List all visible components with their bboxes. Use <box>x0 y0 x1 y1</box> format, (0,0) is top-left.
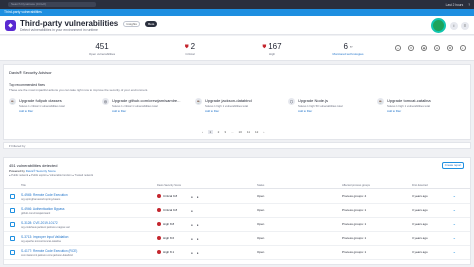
menu-icon[interactable]: ≡ <box>461 22 469 30</box>
advisor-title: Davis® Security Advisor <box>9 70 52 75</box>
risk-indicators: ●● <box>191 251 203 255</box>
insights-pill[interactable]: Insights <box>123 20 140 27</box>
top-bar-right: Last 2 hours ? <box>446 3 470 7</box>
security-advisor-panel: Davis® Security Advisor Top recommended … <box>3 64 471 140</box>
col-process-groups[interactable]: Affected process groups <box>342 184 370 187</box>
page-title: Third-party vulnerabilities Insights Bet… <box>20 19 158 28</box>
table-row[interactable]: S-4177: Remote Code Execution (RCE) com.… <box>4 246 470 260</box>
advisor-pager: ‹ 1 2 3 ... 10 11 12 › <box>202 130 264 134</box>
dark-mode-icon[interactable]: ● <box>434 45 440 51</box>
col-title[interactable]: Title <box>21 184 26 187</box>
page-10[interactable]: 10 <box>239 130 242 134</box>
avatar <box>431 18 446 33</box>
chevron-down-icon[interactable]: ⌄ <box>453 221 456 226</box>
go-icon: ◎ <box>102 98 109 105</box>
page-1[interactable]: 1 <box>208 130 213 134</box>
table-row[interactable]: S-4946: Authentication Bypass github.com… <box>4 204 470 218</box>
table-header: Title Davis Security Score Status Affect… <box>4 184 470 189</box>
java-icon: ☕ <box>9 98 16 105</box>
create-report-button[interactable]: Create report <box>442 162 464 169</box>
nodejs-icon: ⬡ <box>288 98 295 105</box>
severity-badge: High 8.6 <box>157 236 174 240</box>
vulnerability-link[interactable]: S-4945: Remote Code Execution <box>21 193 68 197</box>
row-checkbox[interactable] <box>10 250 15 255</box>
page-header: ◆ Third-party vulnerabilities Insights B… <box>0 16 474 35</box>
java-icon: ☕ <box>195 98 202 105</box>
table-row[interactable]: S-3128: CVE-2019-10172 org.codehaus.jack… <box>4 218 470 232</box>
risk-indicators: ● <box>191 209 197 213</box>
col-score[interactable]: Davis Security Score <box>157 184 181 187</box>
stats-bar: 451 Open vulnerabilities ⛊ 2 Critical ⛊ 16… <box>0 36 474 61</box>
page-12[interactable]: 12 <box>255 130 258 134</box>
severity-badge: Critical 9.8 <box>157 208 177 212</box>
add-to-filter-link[interactable]: Add to filter <box>205 109 219 113</box>
table-row[interactable]: S-3713: Improper Input Validation org.ap… <box>4 232 470 246</box>
page-11[interactable]: 11 <box>247 130 250 134</box>
top-bar: Search Dynatrace (Ctrl+K) Last 2 hours ? <box>0 0 474 9</box>
settings-icon[interactable]: ⚙ <box>447 45 453 51</box>
shield-icon: ⛊ <box>262 43 267 50</box>
search-input[interactable]: Search Dynatrace (Ctrl+K) <box>8 2 96 7</box>
row-checkbox[interactable] <box>10 222 15 227</box>
severity-badge: High 8.8 <box>157 222 174 226</box>
vulnerability-count: 451 vulnerabilities detected <box>9 163 58 168</box>
advisor-section: Top recommended fixes <box>9 83 45 87</box>
stat-high[interactable]: ⛊ 167 High <box>242 42 302 56</box>
vulnerability-link[interactable]: S-3713: Improper Input Validation <box>21 235 68 239</box>
timeframe-selector[interactable]: Last 2 hours <box>446 3 464 7</box>
code-icon: ‹› <box>349 44 353 49</box>
breadcrumb[interactable]: Third-party vulnerabilities <box>0 9 474 16</box>
col-status[interactable]: Status <box>257 184 264 187</box>
vulnerability-link[interactable]: S-4946: Authentication Bypass <box>21 207 64 211</box>
chevron-down-icon[interactable]: ⌄ <box>453 235 456 240</box>
toggle-icon[interactable]: ◐ <box>460 45 466 51</box>
page-ellipsis: ... <box>231 130 234 134</box>
prev-page-icon[interactable]: ‹ <box>202 130 203 134</box>
add-to-filter-link[interactable]: Add to filter <box>19 109 33 113</box>
davis-score-link[interactable]: Davis® Security Score <box>26 169 56 173</box>
add-to-filter-link[interactable]: Add to filter <box>387 109 401 113</box>
add-to-filter-link[interactable]: Add to filter <box>112 109 126 113</box>
java-icon: ☕ <box>377 98 384 105</box>
tool-icons: + ▾ ◉ ● ⚙ ◐ <box>395 45 466 51</box>
table-row[interactable]: S-4945: Remote Code Execution org.spring… <box>4 190 470 204</box>
vulnerability-list: 451 vulnerabilities detected Powered by … <box>3 157 471 265</box>
col-first-detected[interactable]: First detected <box>412 184 428 187</box>
stat-technologies[interactable]: 6 ‹› Monitored technologies <box>318 42 378 56</box>
row-checkbox[interactable] <box>10 194 15 199</box>
page-2[interactable]: 2 <box>218 130 220 134</box>
stat-open[interactable]: 451 Open vulnerabilities <box>72 42 132 56</box>
stat-critical[interactable]: ⛊ 2 Critical <box>160 42 220 56</box>
beta-pill: Beta <box>145 20 158 27</box>
powered-by: Powered by Davis® Security Score <box>9 169 56 173</box>
chevron-down-icon[interactable]: ⌄ <box>453 193 456 198</box>
chevron-down-icon[interactable]: ⌄ <box>453 207 456 212</box>
vulnerability-link[interactable]: S-3128: CVE-2019-10172 <box>21 221 58 225</box>
info-icon[interactable]: i <box>450 22 458 30</box>
next-page-icon[interactable]: › <box>263 130 264 134</box>
risk-indicators: ●● <box>191 237 203 241</box>
shield-icon: ⛊ <box>184 43 189 50</box>
help-icon[interactable]: ? <box>468 3 470 7</box>
vulnerability-link[interactable]: S-4177: Remote Code Execution (RCE) <box>21 249 77 253</box>
add-to-filter-link[interactable]: Add to filter <box>298 109 312 113</box>
advisor-hint: These are the most impactful actions you… <box>9 88 149 92</box>
risk-indicators: ●● <box>191 195 203 199</box>
page-3[interactable]: 3 <box>224 130 226 134</box>
severity-badge: Critical 9.8 <box>157 194 177 198</box>
page-subtitle: Detect vulnerabilities in your environme… <box>20 28 98 32</box>
eye-icon[interactable]: ◉ <box>421 45 427 51</box>
risk-legend: ● Public network ● Public exploit ● Vuln… <box>9 174 94 177</box>
risk-indicators: ●● <box>191 223 203 227</box>
add-icon[interactable]: + <box>395 45 401 51</box>
filter-bar[interactable]: ▾ Filtered by <box>3 142 471 149</box>
app-icon: ◆ <box>5 20 16 31</box>
chevron-down-icon[interactable]: ⌄ <box>453 249 456 254</box>
severity-badge: High 8.1 <box>157 250 174 254</box>
row-checkbox[interactable] <box>10 236 15 241</box>
filter-icon[interactable]: ▾ <box>408 45 414 51</box>
row-checkbox[interactable] <box>10 208 15 213</box>
